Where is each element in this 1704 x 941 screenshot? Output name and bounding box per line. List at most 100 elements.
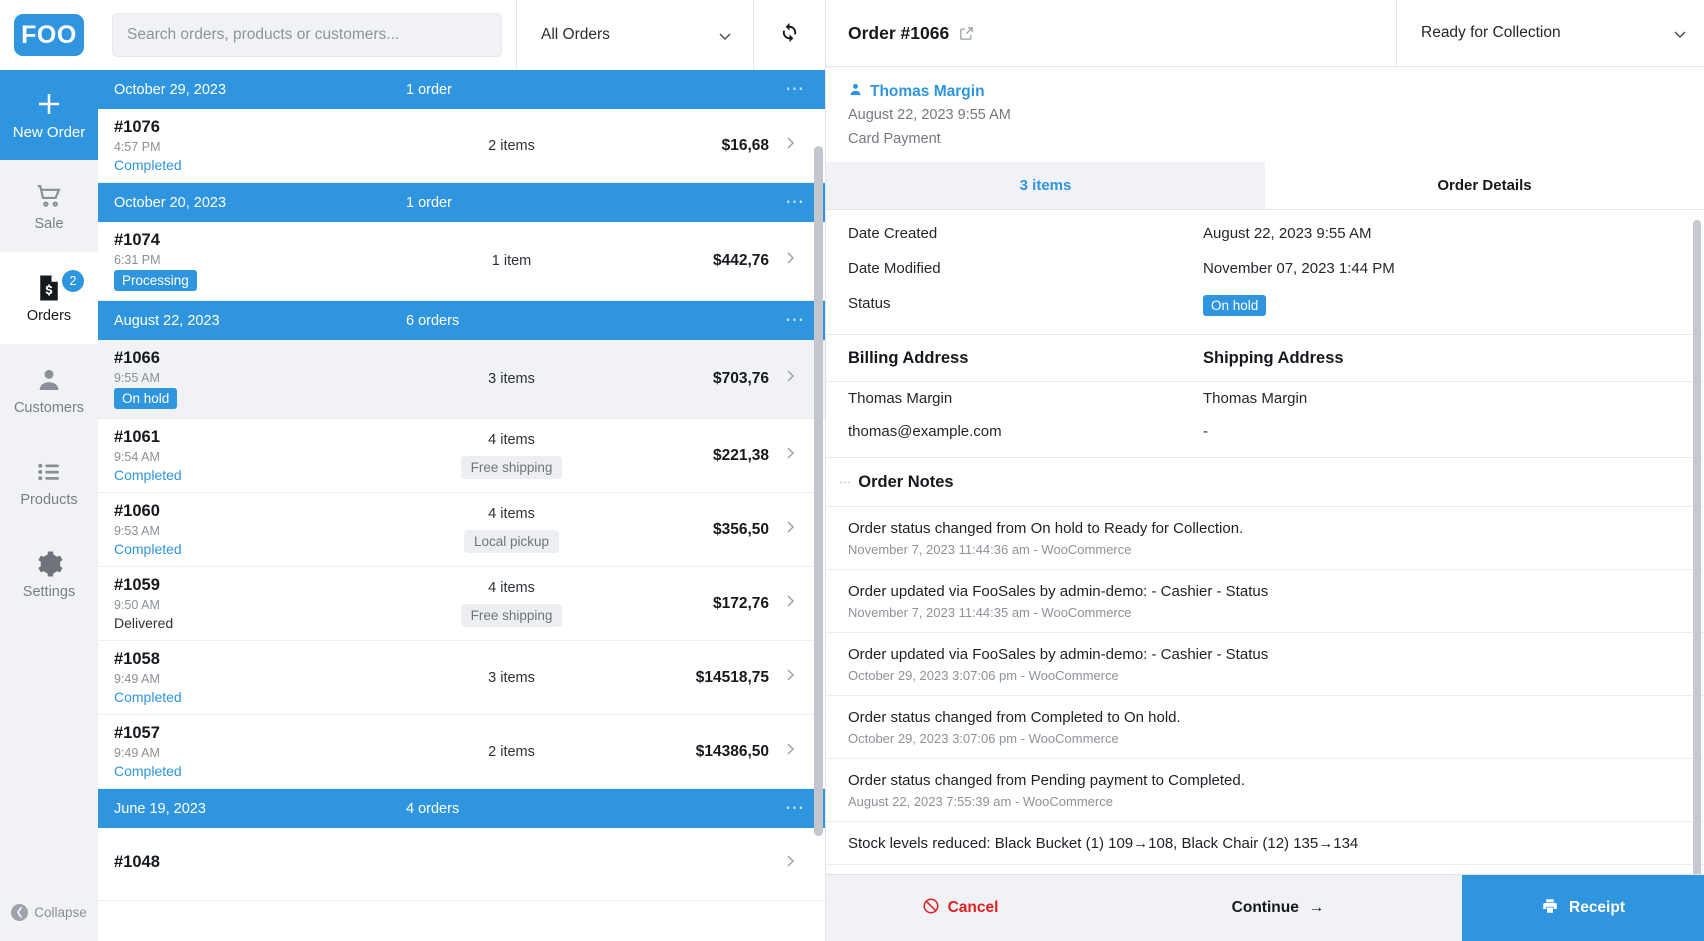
external-link-icon[interactable] <box>958 25 975 42</box>
order-total: $221,38 <box>712 446 769 464</box>
list-icon <box>34 457 64 487</box>
order-note-text: Order status changed from Pending paymen… <box>848 772 1245 790</box>
order-note-meta: November 7, 2023 11:44:36 am - WooCommer… <box>848 542 1132 558</box>
order-row[interactable]: #1066 9:55 AM On hold 3 items $703,76 <box>98 340 825 419</box>
cart-icon <box>34 181 64 211</box>
order-group-menu-icon[interactable]: ⋯ <box>785 310 809 330</box>
order-status-badge: Completed <box>114 467 182 483</box>
order-item-count: 2 items <box>488 743 535 760</box>
refresh-button[interactable] <box>753 0 825 70</box>
customer-link[interactable]: Thomas Margin <box>848 82 1682 102</box>
sidebar-item-orders[interactable]: 2 Orders <box>0 252 98 344</box>
tab-items[interactable]: 3 items <box>826 162 1265 210</box>
order-group-header: June 19, 2023 4 orders ⋯ <box>98 789 825 828</box>
order-row-left: #1066 9:55 AM On hold <box>114 349 404 409</box>
order-row-middle: 3 items <box>404 670 619 686</box>
order-row-middle: 3 items <box>404 371 619 387</box>
receipt-button[interactable]: Receipt <box>1462 875 1704 941</box>
order-notes-title: Order Notes <box>858 473 954 492</box>
order-group-menu-icon[interactable]: ⋯ <box>785 192 809 212</box>
chevron-right-icon[interactable] <box>769 368 811 390</box>
app-root: FOO New Order Sale 2 Orders Customers Pr… <box>0 0 1704 941</box>
order-group-count: 6 orders <box>406 312 460 329</box>
order-item-count: 4 items <box>488 580 535 596</box>
sidebar-item-settings[interactable]: Settings <box>0 528 98 620</box>
order-status-badge: On hold <box>114 388 178 409</box>
address-headers: Billing Address Shipping Address <box>826 335 1704 383</box>
payment-method: Card Payment <box>848 130 941 147</box>
chevron-right-icon[interactable] <box>769 519 811 541</box>
order-filter-dropdown[interactable]: All Orders <box>516 0 753 70</box>
order-detail-scroll: Date Created August 22, 2023 9:55 AM Date … <box>826 210 1704 941</box>
order-note-meta: October 29, 2023 3:07:06 pm - WooCommerc… <box>848 668 1119 684</box>
chevron-right-icon[interactable] <box>769 853 811 875</box>
collapse-button[interactable]: ❮ Collapse <box>0 904 98 921</box>
order-id: #1074 <box>114 231 160 249</box>
order-row[interactable]: #1058 9:49 AM Completed 3 items $14518,75 <box>98 641 825 715</box>
order-group-menu-icon[interactable]: ⋯ <box>785 798 809 818</box>
order-list-scrollbar[interactable] <box>814 146 823 836</box>
chevron-right-icon[interactable] <box>769 741 811 763</box>
order-row[interactable]: #1074 6:31 PM Processing 1 item $442,76 <box>98 222 825 301</box>
order-row[interactable]: #1048 <box>98 828 825 901</box>
detail-field-value: August 22, 2023 9:55 AM <box>1203 225 1372 243</box>
order-status-dropdown[interactable]: Ready for Collection <box>1396 0 1704 67</box>
order-time: 9:49 AM <box>114 746 160 760</box>
order-group-date: June 19, 2023 <box>114 800 206 817</box>
order-row[interactable]: #1076 4:57 PM Completed 2 items $16,68 <box>98 109 825 183</box>
order-status-badge: Completed <box>114 541 182 557</box>
order-row[interactable]: #1059 9:50 AM Delivered 4 items Free shippin… <box>98 567 825 641</box>
order-time: 9:53 AM <box>114 524 160 538</box>
cancel-button[interactable]: Cancel <box>826 875 1094 941</box>
order-detail-header: Order #1066 Ready for Collection <box>826 0 1704 67</box>
chevron-down-icon <box>1672 26 1686 40</box>
chevron-right-icon[interactable] <box>769 250 811 272</box>
chevron-right-icon[interactable] <box>769 667 811 689</box>
order-list-scroll: October 29, 2023 1 order ⋯ #1076 4:57 PM Comp… <box>98 70 825 941</box>
order-row[interactable]: #1057 9:49 AM Completed 2 items $14386,50 <box>98 715 825 789</box>
billing-address-heading: Billing Address <box>848 349 969 368</box>
order-title-container: Order #1066 <box>826 23 975 44</box>
order-note: Order updated via FooSales by admin-demo… <box>826 633 1704 697</box>
address-row: thomas@example.com - <box>826 415 1704 448</box>
chevron-right-icon[interactable] <box>769 593 811 615</box>
search-input[interactable] <box>112 13 502 57</box>
order-id: #1048 <box>114 853 160 871</box>
sidebar-item-customers[interactable]: Customers <box>0 344 98 436</box>
chevron-right-icon[interactable] <box>769 135 811 157</box>
sidebar-item-new-order[interactable]: New Order <box>0 70 98 160</box>
order-id: #1057 <box>114 724 160 742</box>
detail-footer: Cancel Continue → Receipt <box>826 874 1704 941</box>
status-badge: On hold <box>1203 295 1267 317</box>
order-detail-column: Order #1066 Ready for Collection Thomas … <box>826 0 1704 941</box>
chevron-right-icon[interactable] <box>769 445 811 467</box>
detail-field-value: November 07, 2023 1:44 PM <box>1203 260 1395 278</box>
order-total: $172,76 <box>712 594 769 612</box>
order-note: Order status changed from On hold to Rea… <box>826 507 1704 571</box>
order-group-header: August 22, 2023 6 orders ⋯ <box>98 301 825 340</box>
sidebar-label-new-order: New Order <box>12 124 86 141</box>
order-note: Order status changed from Pending paymen… <box>826 759 1704 823</box>
order-row-middle: 2 items <box>404 138 619 154</box>
page-title: Order #1066 <box>848 22 950 43</box>
sidebar-item-products[interactable]: Products <box>0 436 98 528</box>
order-detail-scrollbar[interactable] <box>1693 220 1701 941</box>
continue-button[interactable]: Continue → <box>1094 875 1462 941</box>
order-row[interactable]: #1060 9:53 AM Completed 4 items Local pickup… <box>98 493 825 567</box>
tab-order-details[interactable]: Order Details <box>1265 162 1704 210</box>
order-note: Order updated via FooSales by admin-demo… <box>826 570 1704 634</box>
sidebar-label-orders: Orders <box>26 307 72 324</box>
collapse-label: Collapse <box>34 905 87 920</box>
customer-name: Thomas Margin <box>870 83 985 100</box>
order-group-menu-icon[interactable]: ⋯ <box>785 79 809 99</box>
order-group-header: October 20, 2023 1 order ⋯ <box>98 183 825 222</box>
sidebar-item-sale[interactable]: Sale <box>0 160 98 252</box>
sidebar-label-sale: Sale <box>34 215 64 232</box>
order-item-count: 1 item <box>491 253 532 269</box>
drag-handle-icon[interactable]: ⋮ <box>838 477 850 489</box>
order-row-middle: 4 items Free shipping <box>404 580 619 627</box>
order-row[interactable]: #1061 9:54 AM Completed 4 items Free shippin… <box>98 419 825 493</box>
order-list-column: All Orders October 29, 2023 1 order ⋯ #1076… <box>98 0 826 941</box>
order-total: $14518,75 <box>695 668 769 686</box>
order-row-left: #1059 9:50 AM Delivered <box>114 576 404 631</box>
